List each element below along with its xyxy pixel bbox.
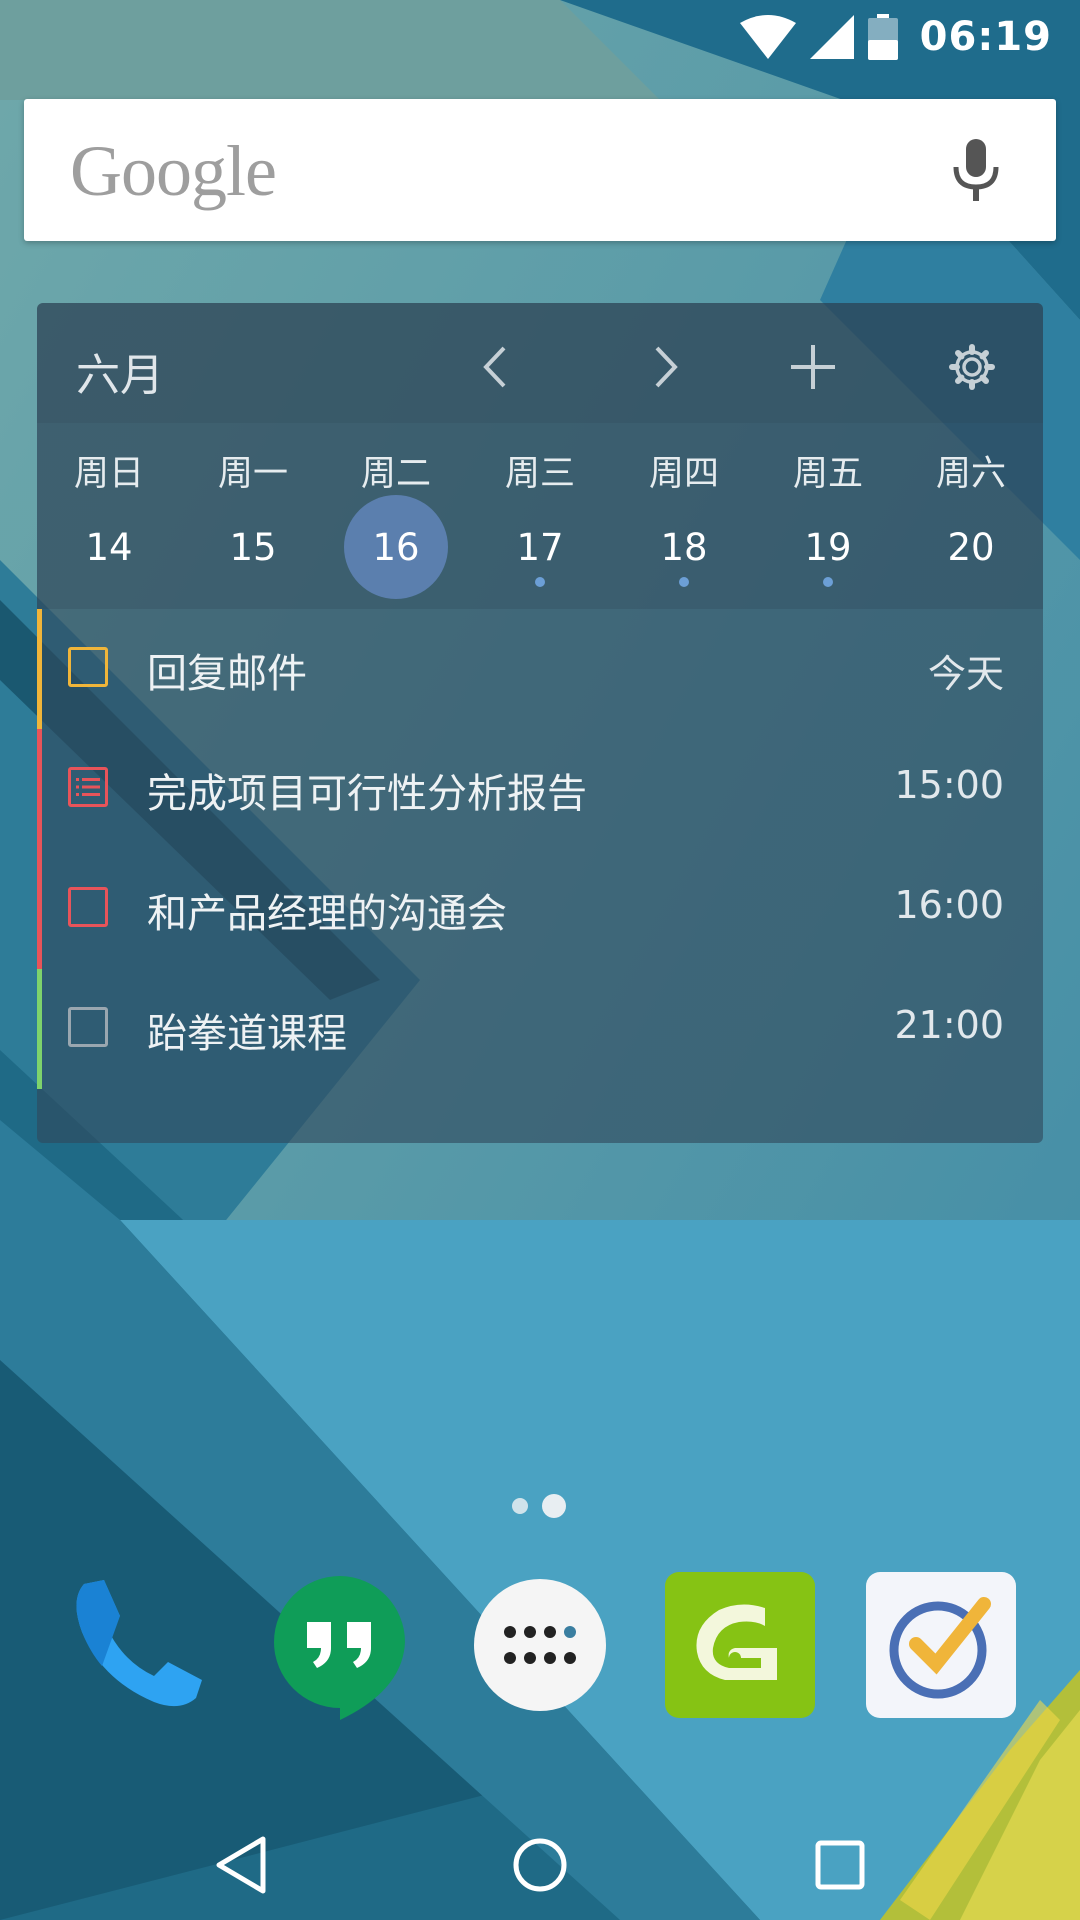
month-title: 六月: [76, 350, 164, 401]
home-icon: [513, 1838, 567, 1892]
selected-day-number: 16: [344, 495, 448, 599]
widget-header: 六月: [37, 303, 1043, 423]
plus-icon: [791, 345, 835, 389]
gear-icon: [949, 344, 995, 390]
app-drawer-button[interactable]: [465, 1570, 615, 1720]
wifi-icon: [739, 15, 796, 59]
day-cell[interactable]: 周一 15: [181, 423, 325, 609]
task-title: 完成项目可行性分析报告: [147, 771, 587, 817]
day-name: 周六: [935, 454, 1006, 494]
phone-app[interactable]: [62, 1570, 212, 1720]
task-time: 21:00: [894, 1003, 1004, 1047]
home-button[interactable]: [495, 1820, 585, 1910]
task-time: 16:00: [894, 883, 1004, 927]
task-time: 今天: [927, 652, 1004, 696]
priority-bar: [37, 969, 42, 1089]
priority-bar: [37, 729, 42, 849]
priority-bar: [37, 849, 42, 969]
task-item[interactable]: 和产品经理的沟通会 16:00: [37, 849, 1043, 969]
prev-week-button[interactable]: [467, 339, 523, 395]
green-g-app[interactable]: [665, 1570, 815, 1720]
page-indicator: [512, 1494, 566, 1518]
hangouts-app-icon: [274, 1576, 405, 1720]
page-dot-active: [542, 1494, 566, 1518]
clock: 06:19: [919, 14, 1052, 60]
event-dot: [823, 577, 833, 587]
recents-icon: [815, 1840, 865, 1890]
day-cell[interactable]: 周六 20: [899, 423, 1043, 609]
day-number: 20: [947, 525, 995, 569]
priority-bar: [37, 609, 42, 729]
task-checkbox[interactable]: [68, 1007, 108, 1047]
day-name: 周一: [217, 454, 288, 494]
page-dot: [512, 1498, 528, 1514]
task-item[interactable]: 完成项目可行性分析报告 15:00: [37, 729, 1043, 849]
phone-app-icon: [76, 1580, 202, 1707]
calendar-widget: 六月 周日 14 周一 15 周二 16 周三 17 周四 18 周五 19 周…: [37, 303, 1043, 1143]
task-list: 回复邮件 今天 完成项目可行性分析报告 15:00 和产品经理的沟通会 16:0…: [37, 609, 1043, 1089]
ticktick-app-icon: [866, 1572, 1016, 1718]
hangouts-app[interactable]: [265, 1570, 415, 1720]
chevron-left-icon: [483, 346, 506, 388]
day-name: 周三: [504, 454, 575, 494]
add-task-button[interactable]: [785, 339, 841, 395]
task-item[interactable]: 回复邮件 今天: [37, 609, 1043, 729]
day-cell-selected[interactable]: 周二 16: [324, 423, 468, 609]
green-g-app-icon: [665, 1572, 815, 1718]
day-name: 周二: [360, 454, 431, 494]
day-name: 周日: [73, 454, 144, 494]
mic-icon[interactable]: [950, 139, 1002, 203]
day-name: 周五: [792, 454, 863, 494]
task-title: 回复邮件: [147, 651, 307, 697]
task-title: 和产品经理的沟通会: [147, 891, 507, 937]
day-cell[interactable]: 周日 14: [37, 423, 181, 609]
task-item[interactable]: 跆拳道课程 21:00: [37, 969, 1043, 1089]
day-number: 15: [229, 525, 277, 569]
day-name: 周四: [648, 454, 719, 494]
task-checkbox[interactable]: [68, 647, 108, 687]
status-bar: 06:19: [0, 0, 1080, 80]
chevron-right-icon: [655, 346, 678, 388]
settings-button[interactable]: [944, 339, 1000, 395]
checklist-icon: [76, 778, 100, 796]
cell-signal-icon: [809, 15, 854, 59]
google-logo: Google: [70, 131, 277, 211]
next-week-button[interactable]: [638, 339, 694, 395]
day-number: 14: [85, 525, 133, 569]
event-dot: [535, 577, 545, 587]
ticktick-app[interactable]: [866, 1570, 1016, 1720]
recents-button[interactable]: [795, 1820, 885, 1910]
checklist-checkbox[interactable]: [68, 767, 108, 807]
app-drawer-icon: [474, 1579, 606, 1711]
task-title: 跆拳道课程: [147, 1011, 347, 1057]
battery-icon: [867, 14, 898, 60]
back-icon: [216, 1836, 266, 1894]
event-dot: [679, 577, 689, 587]
navigation-bar: [0, 1800, 1080, 1920]
task-checkbox[interactable]: [68, 887, 108, 927]
google-search-bar[interactable]: Google: [24, 99, 1056, 241]
back-button[interactable]: [196, 1820, 286, 1910]
task-time: 15:00: [894, 763, 1004, 807]
